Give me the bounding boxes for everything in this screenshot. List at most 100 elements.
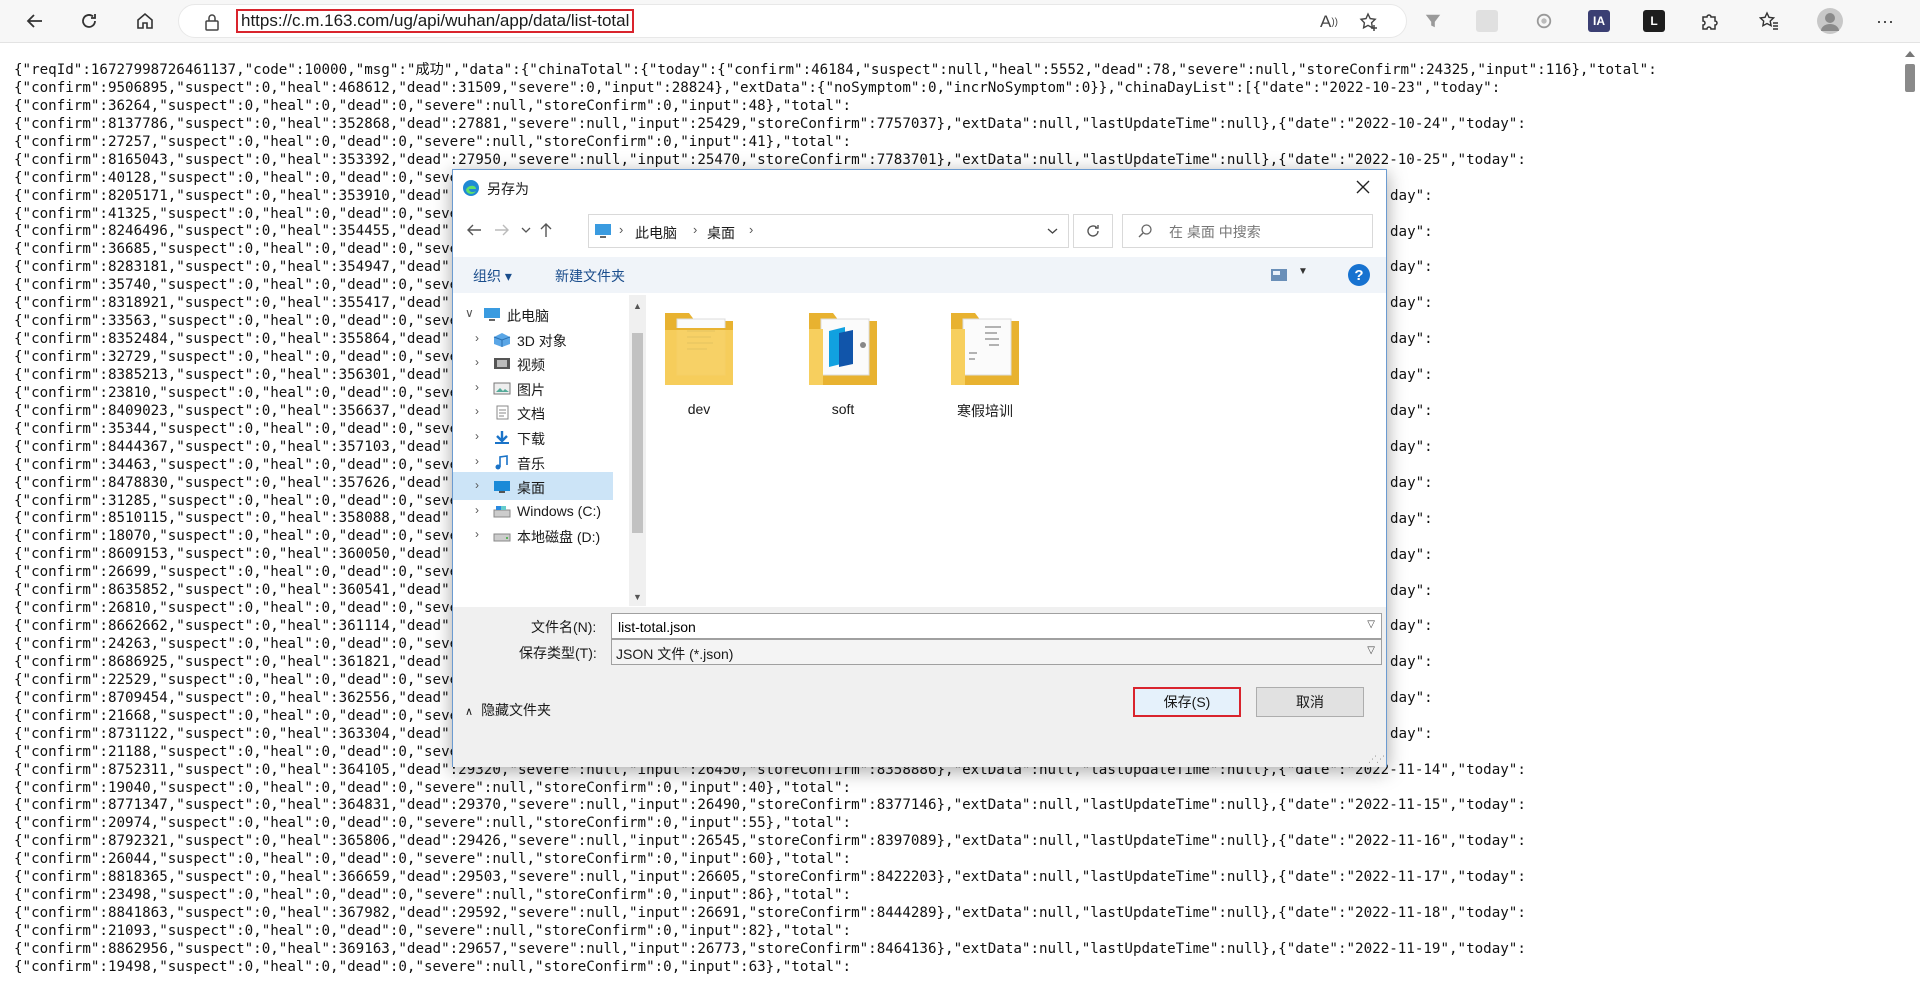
json-line-fragment: day":: [1390, 474, 1433, 491]
back-button[interactable]: [20, 6, 50, 36]
chevron-right-icon[interactable]: ›: [475, 527, 479, 541]
json-line: {"reqId":16727998726461137,"code":10000,…: [14, 62, 1657, 78]
save-as-dialog: 另存为 › 此电脑 › 桌面 › 在 桌面 中搜索 组织 ▾ 新建文件夹 ▼ ?…: [452, 169, 1387, 767]
folder-item-winter-training[interactable]: 寒假培训: [935, 305, 1035, 421]
browser-toolbar: https://c.m.163.com/ug/api/wuhan/app/dat…: [0, 0, 1920, 43]
chevron-right-icon[interactable]: ›: [475, 355, 479, 369]
json-line: {"confirm":23498,"suspect":0,"heal":0,"d…: [14, 887, 852, 904]
new-folder-button[interactable]: 新建文件夹: [555, 266, 625, 286]
read-aloud-icon[interactable]: A)): [1319, 12, 1339, 32]
pc-icon: [484, 308, 500, 321]
chevron-down-icon[interactable]: ∨: [465, 306, 474, 320]
chevron-down-icon[interactable]: [1047, 224, 1058, 238]
hide-folders-label: 隐藏文件夹: [481, 702, 552, 718]
tree-item-label: 此电脑: [507, 308, 549, 324]
profile-avatar-icon[interactable]: [1817, 8, 1843, 34]
more-menu-icon[interactable]: ···: [1874, 10, 1896, 32]
search-input[interactable]: [1167, 221, 1361, 243]
dialog-title-bar[interactable]: 另存为: [453, 170, 1386, 206]
scroll-thumb[interactable]: [1905, 64, 1915, 92]
filename-input[interactable]: [616, 617, 1340, 637]
home-button[interactable]: [130, 6, 160, 36]
folder-name: dev: [687, 401, 711, 417]
folder-name: 寒假培训: [957, 403, 1013, 419]
breadcrumb-separator-icon: ›: [749, 222, 754, 237]
folder-name: soft: [831, 401, 855, 417]
json-line: {"confirm":27257,"suspect":0,"heal":0,"d…: [14, 133, 852, 150]
view-options-icon[interactable]: [1270, 268, 1288, 282]
scroll-down-arrow-icon[interactable]: ▼: [633, 592, 642, 602]
url-text[interactable]: https://c.m.163.com/ug/api/wuhan/app/dat…: [236, 9, 635, 33]
json-line: {"confirm":20974,"suspect":0,"heal":0,"d…: [14, 815, 852, 832]
desktop-icon: [494, 481, 510, 494]
save-button[interactable]: 保存(S): [1133, 687, 1241, 717]
page-scrollbar[interactable]: [1900, 43, 1920, 987]
tree-scroll-thumb[interactable]: [632, 333, 643, 533]
extension-circle-icon[interactable]: [1533, 10, 1555, 32]
download-icon: [495, 431, 509, 444]
dialog-refresh-button[interactable]: [1073, 214, 1113, 248]
tree-item-label: 桌面: [517, 480, 545, 497]
chevron-down-icon[interactable]: ▽: [1367, 619, 1375, 630]
address-path-box[interactable]: › 此电脑 › 桌面 ›: [588, 214, 1069, 248]
view-dropdown-icon[interactable]: ▼: [1298, 266, 1308, 277]
nav-up-button[interactable]: [535, 219, 557, 241]
tree-item-label: Windows (C:): [517, 502, 602, 519]
back-arrow-icon: [467, 224, 481, 236]
tree-item-label: 音乐: [517, 455, 545, 472]
tree-scrollbar[interactable]: ▲ ▼: [629, 295, 646, 606]
chevron-right-icon[interactable]: ›: [475, 429, 479, 443]
chevron-right-icon[interactable]: ›: [475, 478, 479, 492]
breadcrumb-separator-icon: ›: [619, 222, 624, 237]
chevron-down-icon[interactable]: ▽: [1367, 645, 1375, 656]
filetype-select[interactable]: JSON 文件 (*.json) ▽: [611, 639, 1382, 665]
help-button[interactable]: ?: [1348, 264, 1370, 286]
tree-item-label: 视频: [517, 357, 545, 374]
favorites-icon[interactable]: [1758, 10, 1780, 32]
scroll-up-arrow-icon[interactable]: [1905, 51, 1915, 57]
json-line: {"confirm":8792321,"suspect":0,"heal":36…: [14, 833, 1526, 850]
folder-item-dev[interactable]: dev: [649, 305, 749, 417]
organize-menu-button[interactable]: 组织 ▾: [473, 266, 512, 286]
folder-item-soft[interactable]: soft: [793, 305, 893, 417]
json-line-fragment: day":: [1390, 726, 1433, 743]
refresh-icon: [1087, 225, 1099, 237]
forward-arrow-icon: [495, 224, 509, 236]
scroll-up-arrow-icon[interactable]: ▲: [633, 301, 642, 311]
refresh-button[interactable]: [74, 6, 104, 36]
tree-item[interactable]: › 本地磁盘 (D:): [453, 521, 613, 549]
chevron-right-icon[interactable]: ›: [475, 404, 479, 418]
json-line-fragment: day":: [1390, 223, 1433, 240]
hide-folders-toggle[interactable]: ∧ 隐藏文件夹: [465, 700, 551, 720]
extension-filter-icon[interactable]: [1422, 10, 1444, 32]
tree-item-label: 下载: [517, 431, 545, 447]
extension-l-icon[interactable]: L: [1643, 10, 1665, 32]
chevron-right-icon[interactable]: ›: [475, 331, 479, 345]
recent-locations-button[interactable]: [515, 219, 537, 241]
chevron-right-icon[interactable]: ›: [475, 380, 479, 394]
tree-item-label: 本地磁盘 (D:): [517, 529, 601, 546]
chevron-right-icon[interactable]: ›: [475, 503, 479, 517]
json-line: {"confirm":8841863,"suspect":0,"heal":36…: [14, 905, 1526, 922]
json-line: {"confirm":19040,"suspect":0,"heal":0,"d…: [14, 779, 852, 796]
extension-ia-icon[interactable]: IA: [1588, 10, 1610, 32]
dialog-close-button[interactable]: [1340, 170, 1386, 204]
dialog-search-box[interactable]: [1122, 214, 1373, 248]
chevron-right-icon[interactable]: ›: [475, 454, 479, 468]
filename-field[interactable]: ▽: [611, 613, 1382, 639]
chevron-up-icon: ∧: [465, 706, 474, 718]
cancel-button[interactable]: 取消: [1256, 687, 1364, 717]
json-line-fragment: day":: [1390, 403, 1433, 420]
nav-back-button[interactable]: [463, 219, 485, 241]
nav-forward-button[interactable]: [491, 219, 513, 241]
filetype-label: 保存类型(T):: [519, 645, 597, 661]
home-icon: [137, 12, 153, 29]
address-bar[interactable]: https://c.m.163.com/ug/api/wuhan/app/dat…: [178, 4, 1407, 38]
resize-grip-icon[interactable]: ⋰⋰: [1368, 754, 1385, 765]
add-favorite-icon[interactable]: [1359, 12, 1379, 32]
breadcrumb-desktop[interactable]: 桌面: [707, 223, 735, 243]
extension-grid-icon[interactable]: [1476, 10, 1498, 32]
breadcrumb-this-pc[interactable]: 此电脑: [635, 223, 677, 243]
extensions-puzzle-icon[interactable]: [1698, 10, 1720, 32]
filetype-value: JSON 文件 (*.json): [616, 646, 734, 662]
